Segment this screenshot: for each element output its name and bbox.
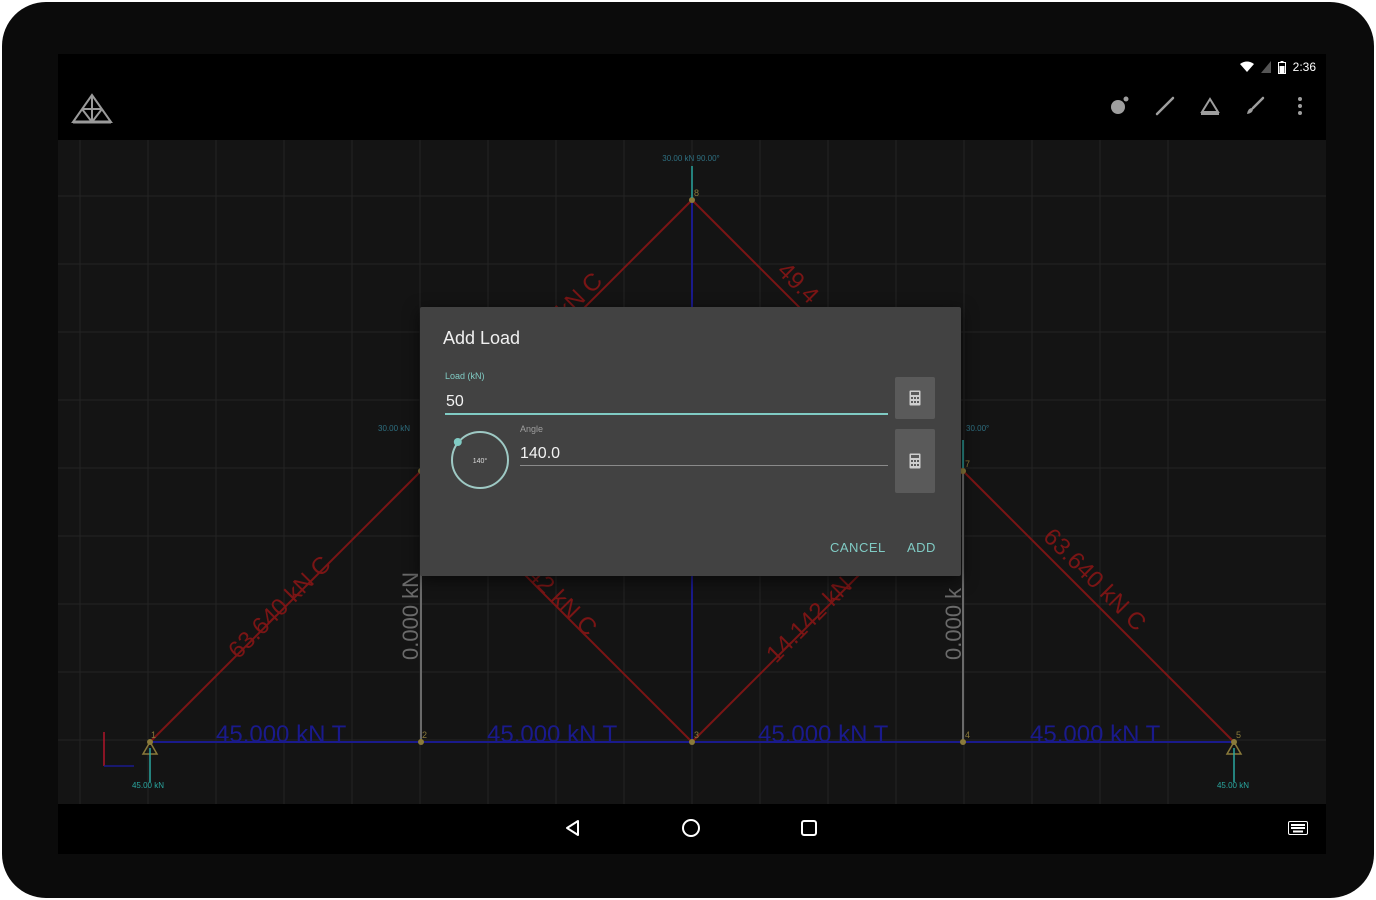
dialog-scrim: Add Load Load (kN) 140° Angle (58, 54, 1326, 854)
add-button[interactable]: ADD (907, 540, 936, 555)
add-load-dialog: Add Load Load (kN) 140° Angle (420, 307, 961, 576)
angle-dial-text: 140° (473, 457, 488, 465)
load-calculator-button[interactable] (895, 377, 935, 419)
calculator-icon (909, 453, 921, 469)
dialog-title: Add Load (443, 328, 521, 348)
angle-dial[interactable]: 140° (450, 430, 510, 490)
angle-calculator-button[interactable] (895, 429, 935, 493)
calculator-icon (909, 390, 921, 406)
screen: 2:36 63.640 kN C kN C 49.4 63.640 kN C 4… (58, 54, 1326, 854)
angle-input-underline (520, 465, 888, 466)
cancel-button[interactable]: CANCEL (830, 540, 886, 555)
tablet-frame: 2:36 63.640 kN C kN C 49.4 63.640 kN C 4… (2, 2, 1374, 898)
load-field-label: Load (kN) (445, 371, 485, 381)
load-input[interactable] (446, 391, 886, 413)
angle-input[interactable] (520, 443, 886, 465)
load-input-underline (445, 413, 888, 415)
angle-field-label: Angle (520, 424, 544, 434)
angle-dial-knob[interactable] (453, 438, 462, 446)
